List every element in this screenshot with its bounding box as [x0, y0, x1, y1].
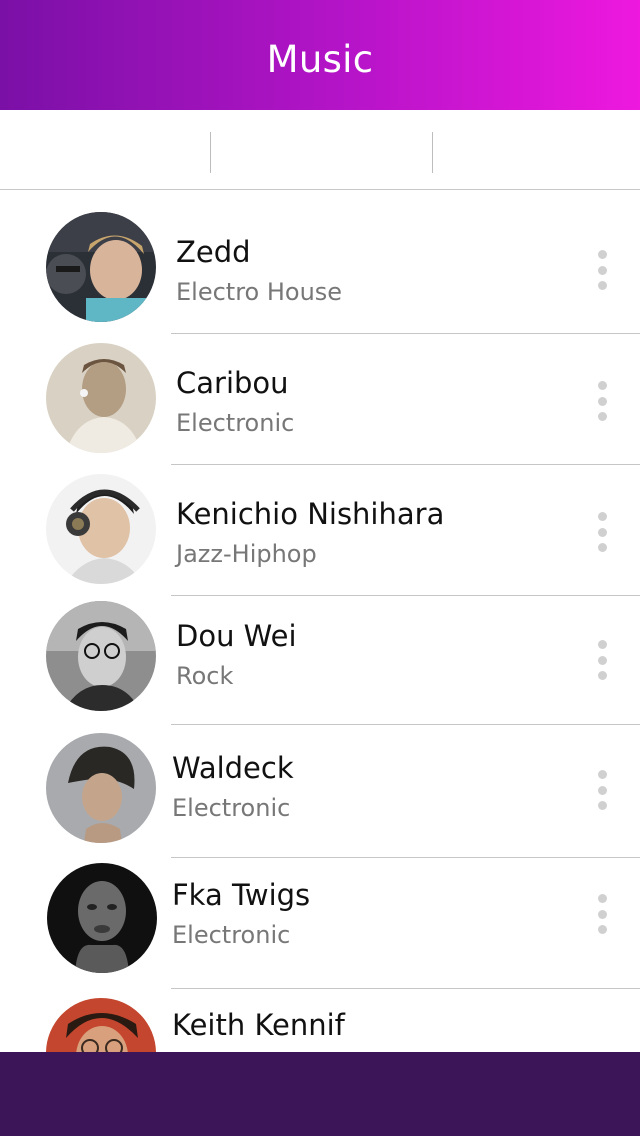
- artist-photo-icon: [46, 733, 156, 843]
- artist-genre: Rock: [176, 662, 234, 690]
- artist-name: Kenichio Nishihara: [176, 497, 445, 531]
- artist-row[interactable]: Zedd Electro House: [0, 190, 640, 334]
- artist-photo-icon: [46, 343, 156, 453]
- artist-name: Waldeck: [172, 751, 294, 785]
- music-app: Music Zedd Electro House Caribou Electro…: [0, 0, 640, 1136]
- artist-avatar: [46, 474, 156, 584]
- artist-genre: Electro House: [176, 278, 343, 306]
- bottom-bar: [0, 1052, 640, 1136]
- more-vertical-icon[interactable]: [594, 640, 610, 680]
- more-vertical-icon[interactable]: [594, 770, 610, 810]
- segment-tab-2[interactable]: [211, 110, 432, 190]
- artist-name: Zedd: [176, 235, 251, 269]
- artist-name: Dou Wei: [176, 619, 297, 653]
- artist-photo-icon: [46, 601, 156, 711]
- artist-name: Fka Twigs: [172, 878, 311, 912]
- artist-name: Caribou: [176, 366, 289, 400]
- segment-control: [0, 110, 640, 190]
- segment-divider: [210, 132, 211, 173]
- artist-avatar: [46, 601, 156, 711]
- artist-name: Keith Kennif: [172, 1008, 345, 1042]
- artist-row[interactable]: Caribou Electronic: [0, 334, 640, 465]
- more-vertical-icon[interactable]: [594, 250, 610, 290]
- artist-genre: Jazz-Hiphop: [176, 540, 317, 568]
- artist-row[interactable]: Keith Kennif: [0, 989, 640, 1052]
- artist-list[interactable]: Zedd Electro House Caribou Electronic Ke…: [0, 190, 640, 1052]
- artist-avatar: [46, 343, 156, 453]
- artist-row[interactable]: Dou Wei Rock: [0, 596, 640, 725]
- artist-photo-icon: [46, 474, 156, 584]
- artist-avatar: [47, 863, 157, 973]
- artist-genre: Electronic: [172, 921, 291, 949]
- artist-row[interactable]: Waldeck Electronic: [0, 725, 640, 858]
- more-vertical-icon[interactable]: [594, 894, 610, 934]
- artist-genre: Electronic: [172, 794, 291, 822]
- artist-row[interactable]: Kenichio Nishihara Jazz-Hiphop: [0, 465, 640, 596]
- artist-genre: Electronic: [176, 409, 295, 437]
- artist-photo-icon: [46, 998, 156, 1052]
- segment-tab-3[interactable]: [432, 110, 640, 190]
- artist-avatar: [46, 998, 156, 1052]
- artist-row[interactable]: Fka Twigs Electronic: [0, 858, 640, 989]
- more-vertical-icon[interactable]: [594, 512, 610, 552]
- more-vertical-icon[interactable]: [594, 381, 610, 421]
- page-title: Music: [266, 37, 374, 81]
- segment-divider: [432, 132, 433, 173]
- artist-avatar: [46, 212, 156, 322]
- segment-tab-1[interactable]: [0, 110, 211, 190]
- artist-photo-icon: [47, 863, 157, 973]
- header-bar: Music: [0, 0, 640, 110]
- artist-avatar: [46, 733, 156, 843]
- artist-photo-icon: [46, 212, 156, 322]
